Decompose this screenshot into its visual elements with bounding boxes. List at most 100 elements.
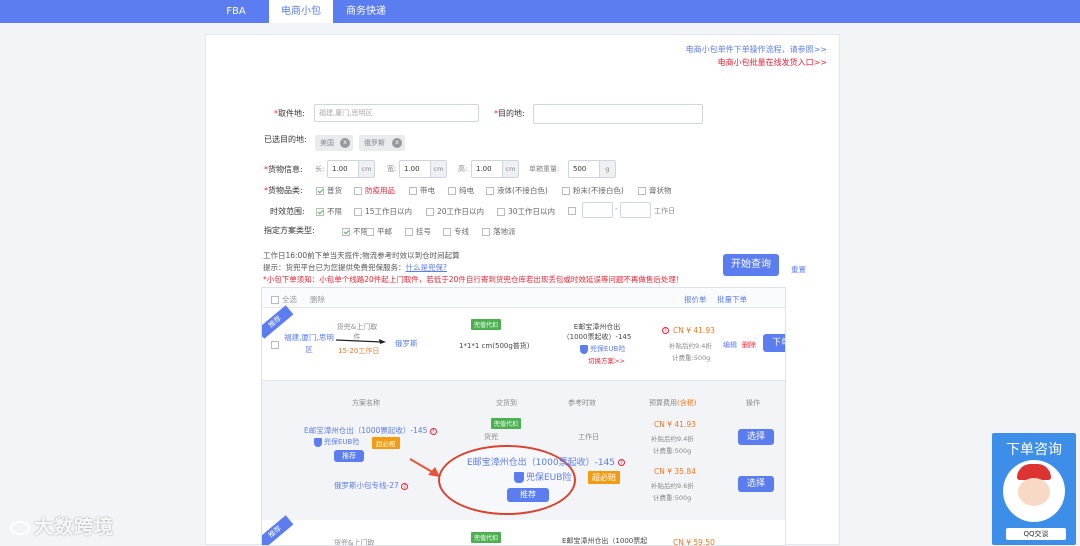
- help-icon[interactable]: ?: [662, 326, 669, 335]
- category-epidemic[interactable]: 防疫用品: [354, 185, 395, 196]
- qq-chat-button[interactable]: QQ交谈: [1006, 528, 1066, 540]
- height-input[interactable]: 1.00 cm: [471, 160, 519, 178]
- opt1-select-button[interactable]: 选择: [738, 429, 774, 445]
- row-insurance: 兜保EUB险: [580, 344, 625, 354]
- row2-prepaid-tag: 兜值代扣: [471, 532, 502, 543]
- zoom-recommend-button[interactable]: 推荐: [507, 488, 549, 502]
- opt1-badge: 超必赔: [372, 437, 400, 449]
- shield-icon: [580, 344, 588, 354]
- length-label: 长:: [315, 165, 325, 173]
- plan-special[interactable]: 专线: [443, 226, 469, 237]
- time-from-input[interactable]: [582, 202, 613, 218]
- row-weight: 计费重:500g: [672, 354, 711, 362]
- time-custom-check[interactable]: [568, 206, 579, 215]
- row-days: 15-20工作日: [338, 347, 380, 355]
- plan-last-mile[interactable]: 落地派: [482, 226, 516, 237]
- time-dash: -: [615, 205, 618, 213]
- note-pickup-time: 工作日16:00前下单当天揽件;物流参考时效以到仓时间起算: [263, 251, 460, 260]
- width-input[interactable]: 1.00 cm: [399, 160, 447, 178]
- row-checkbox[interactable]: [271, 340, 282, 349]
- watermark: 大数跨境: [10, 512, 114, 539]
- weight-label: 单箱重量:: [529, 165, 560, 173]
- main-panel: 电商小包单件下单操作流程，请参照>> 电商小包批量在线发货入口>> *取件地: …: [205, 34, 840, 546]
- opt1-discount: 补贴后约9.4折: [651, 435, 694, 443]
- plan-any[interactable]: 不限: [342, 226, 368, 237]
- opt1-prepaid-tag: 兜值代扣: [491, 418, 522, 429]
- tab-fba[interactable]: FBA: [205, 0, 267, 23]
- width-label: 宽:: [387, 165, 397, 173]
- chip-russia[interactable]: 俄罗斯 x: [359, 135, 405, 151]
- face-icon: [1018, 478, 1050, 506]
- weight-input[interactable]: 500 g: [568, 160, 616, 178]
- category-battery[interactable]: 带电: [409, 185, 435, 196]
- time-any[interactable]: 不限: [316, 206, 342, 217]
- chip-remove-icon[interactable]: x: [392, 138, 402, 148]
- shield-icon: [514, 472, 524, 483]
- plan-label: 指定方案类型:: [264, 226, 315, 235]
- plan-surface[interactable]: 平邮: [366, 226, 392, 237]
- category-label: *货物品类:: [264, 186, 303, 195]
- shield-icon: [314, 437, 322, 447]
- opt2-select-button[interactable]: 选择: [738, 476, 774, 492]
- pickup-input[interactable]: 福建,厦门,思明区: [314, 104, 479, 122]
- guide-link[interactable]: 电商小包单件下单操作流程，请参照>>: [686, 44, 827, 55]
- opt2-price: CN ¥ 35.84: [654, 467, 696, 476]
- height-label: 高:: [458, 165, 468, 173]
- zoom-insurance: 兜保EUB险: [514, 470, 571, 483]
- time-to-input[interactable]: [620, 202, 651, 218]
- tab-business-express[interactable]: 商务快递: [335, 0, 397, 23]
- opt1-recommend-button[interactable]: 推荐: [334, 450, 364, 462]
- route-arrow-icon: [336, 339, 386, 344]
- category-paste[interactable]: 膏状物: [638, 185, 672, 196]
- reset-link[interactable]: 重置: [791, 264, 806, 275]
- time-20[interactable]: 20工作日以内: [426, 206, 484, 217]
- col-ref-time: 参考时效: [568, 399, 596, 407]
- opt1-insurance: 兜保EUB险: [314, 437, 359, 447]
- batch-link[interactable]: 电商小包批量在线发货入口>>: [718, 57, 827, 68]
- cargo-label: *货物信息:: [264, 165, 303, 174]
- chip-usa[interactable]: 美国 x: [315, 135, 353, 151]
- order-button[interactable]: 下单: [763, 334, 785, 352]
- row-size: 1*1*1 cm(500g普货): [459, 342, 530, 350]
- edit-link[interactable]: 编辑: [723, 340, 737, 350]
- pickup-label: *取件地:: [274, 109, 305, 118]
- tab-ecommerce-parcel[interactable]: 电商小包: [269, 0, 333, 23]
- zoom-plan-name: E邮宝漳州仓出（1000票起收）-145 ?: [467, 455, 625, 468]
- note-parcel-rules: *小包下单须知：小包单个线路20件起上门取件，若低于20件自行寄到货兜仓库若出现…: [263, 275, 684, 284]
- col-budget: 预算费用(含税): [649, 399, 697, 407]
- zoom-badge: 超必赔: [588, 471, 620, 484]
- col-deliver-to: 交货到: [496, 399, 517, 407]
- time-label: 时效范围:: [270, 207, 305, 216]
- plan-options-panel: 方案名称 交货到 参考时效 预算费用(含税) 操作 E邮宝漳州仓出（1000票起…: [262, 380, 785, 520]
- delete-selected[interactable]: 删除: [310, 294, 325, 305]
- table-toolbar: [262, 288, 785, 308]
- quote-link[interactable]: 报价单: [684, 294, 707, 305]
- top-nav-bar: FBA 电商小包 商务快递: [0, 0, 1080, 23]
- opt1-weight: 计费重:500g: [653, 447, 692, 455]
- opt2-weight: 计费重:500g: [653, 494, 692, 502]
- note-insurance: 提示：货兜平台已为您提供免费兜保服务：什么是兜保?: [263, 263, 447, 272]
- opt1-name: E邮宝漳州仓出（1000票起收）-145 ?: [304, 425, 437, 436]
- search-button[interactable]: 开始查询: [723, 254, 779, 276]
- switch-plan-link[interactable]: 切换方案>>: [588, 355, 625, 365]
- row-prepaid-tag: 兜值代扣: [471, 319, 502, 330]
- chip-remove-icon[interactable]: x: [340, 138, 350, 148]
- time-30[interactable]: 30工作日以内: [497, 206, 555, 217]
- results-table: 全选 删除 报价单 批量下单 推荐 福建,厦门,思明区 货兜&上门取件 15-2…: [261, 287, 786, 546]
- plan-registered[interactable]: 挂号: [405, 226, 431, 237]
- category-liquid[interactable]: 液体(不接白色): [486, 185, 548, 196]
- time-15[interactable]: 15工作日以内: [354, 206, 412, 217]
- category-general[interactable]: 普货: [316, 185, 342, 196]
- dest-input[interactable]: [533, 104, 703, 124]
- length-input[interactable]: 1.00 cm: [327, 160, 375, 178]
- select-all[interactable]: 全选: [271, 294, 297, 305]
- batch-order-link[interactable]: 批量下单: [717, 294, 747, 305]
- category-pure-battery[interactable]: 纯电: [448, 185, 474, 196]
- row-from: 福建,厦门,思明区: [284, 333, 334, 354]
- delete-link[interactable]: 删除: [742, 340, 756, 350]
- category-powder[interactable]: 粉末(不接白色): [562, 185, 624, 196]
- opt1-partial-deliver: 货兜: [484, 433, 498, 441]
- consult-widget[interactable]: 下单咨询 QQ交谈: [992, 433, 1076, 545]
- opt1-partial-time: 工作日: [578, 433, 599, 441]
- what-is-insurance-link[interactable]: 什么是兜保?: [406, 263, 447, 272]
